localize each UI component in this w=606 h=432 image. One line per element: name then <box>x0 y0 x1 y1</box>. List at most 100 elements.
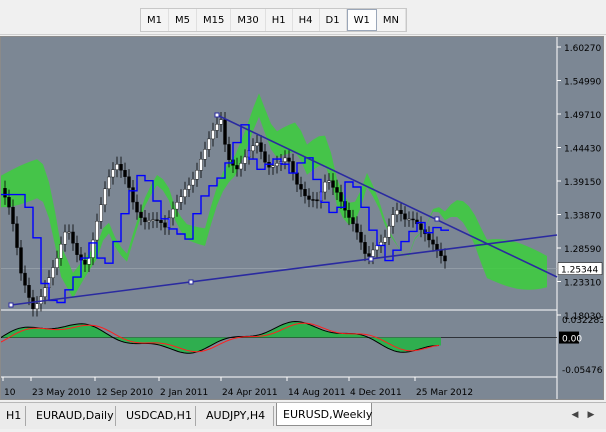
candle <box>175 202 179 210</box>
timeframe-button-group: M1 M5 M15 M30 H1 H4 D1 W1 MN <box>140 8 407 32</box>
ichimoku-cloud <box>1 93 547 299</box>
tab-audjpy-h4[interactable]: AUDJPY,H4 <box>200 406 274 426</box>
candle <box>395 210 399 215</box>
candle <box>35 303 39 310</box>
trendline-handle[interactable] <box>8 302 14 308</box>
oscillator-axis-label: -0.05476 <box>562 366 603 376</box>
tf-button-h4[interactable]: H4 <box>293 9 320 31</box>
candle <box>207 138 211 150</box>
candle <box>383 237 387 243</box>
candle <box>431 239 435 245</box>
candle <box>335 187 339 193</box>
price-chart[interactable]: 1.60270 1.54990 1.49710 1.44430 1.39150 1.338… <box>1 37 603 399</box>
candle <box>23 272 27 286</box>
candle <box>259 142 263 152</box>
candle <box>411 218 415 221</box>
tf-button-mn[interactable]: MN <box>377 9 406 31</box>
tf-button-m5[interactable]: M5 <box>169 9 197 31</box>
tab-scroll-left-icon[interactable]: ◀ <box>570 409 580 421</box>
candle <box>123 170 127 177</box>
price-axis-label: 1.49710 <box>564 111 601 121</box>
candle <box>119 164 123 171</box>
resistance-trendline[interactable] <box>216 114 558 278</box>
tf-button-d1[interactable]: D1 <box>320 9 347 31</box>
candle <box>31 297 35 310</box>
tab-eurusd-weekly[interactable]: EURUSD,Weekly <box>276 403 372 426</box>
candle <box>339 192 343 202</box>
candle <box>147 220 151 223</box>
price-axis-label: 1.54990 <box>564 78 601 88</box>
candle <box>99 204 103 222</box>
candle <box>43 287 47 297</box>
chart-window[interactable]: 1.60270 1.54990 1.49710 1.44430 1.39150 1.338… <box>0 36 604 400</box>
time-axis-label: 24 Apr 2011 <box>222 388 278 398</box>
candle <box>227 144 231 161</box>
candle <box>215 124 219 131</box>
candle <box>131 187 135 203</box>
tf-button-h1[interactable]: H1 <box>266 9 293 31</box>
trendline-handle[interactable] <box>214 112 220 118</box>
candle <box>15 223 19 248</box>
tf-button-w1[interactable]: W1 <box>346 9 377 31</box>
candle <box>159 220 163 223</box>
candle <box>135 201 139 213</box>
time-axis-label: 10 <box>4 388 16 398</box>
tf-button-m1[interactable]: M1 <box>141 9 169 31</box>
candle <box>103 188 107 205</box>
candle <box>239 163 243 170</box>
candle <box>211 130 215 140</box>
candle <box>11 206 15 225</box>
time-axis-label: 14 Aug 2011 <box>288 388 346 398</box>
trendline-handle[interactable] <box>434 216 440 222</box>
candle <box>179 196 183 203</box>
price-axis-label: 1.23310 <box>564 279 601 289</box>
candle <box>151 219 155 221</box>
trendline-handle[interactable] <box>368 256 374 262</box>
candle <box>139 211 143 218</box>
time-axis-label: 4 Dec 2011 <box>350 388 402 398</box>
candle <box>303 189 307 197</box>
candle <box>71 231 75 244</box>
candle <box>371 249 375 257</box>
candle <box>223 119 227 145</box>
candle <box>195 170 199 180</box>
tab-usdcad-h1[interactable]: USDCAD,H1 <box>120 406 196 426</box>
candle <box>27 285 31 298</box>
trendline-handle[interactable] <box>188 279 194 285</box>
candle <box>275 163 279 167</box>
candle <box>3 188 7 198</box>
tab-h1[interactable]: H1 <box>0 406 26 426</box>
candle <box>111 169 115 178</box>
candle <box>367 253 371 257</box>
candle <box>271 165 275 168</box>
candle <box>299 184 303 190</box>
candle <box>443 255 447 262</box>
candle <box>55 258 59 268</box>
candle <box>287 157 291 162</box>
oscillator-axis-label: 0.032283 <box>562 316 603 326</box>
candle <box>127 176 131 188</box>
candle <box>283 157 287 162</box>
price-axis-label: 1.28590 <box>564 245 601 255</box>
candle <box>407 218 411 221</box>
price-axis-label: 1.60270 <box>564 44 601 54</box>
candle <box>95 221 99 241</box>
time-axis-label: 25 Mar 2012 <box>416 388 473 398</box>
candle <box>155 219 159 221</box>
price-axis-label: 1.33870 <box>564 212 601 222</box>
candle <box>75 243 79 255</box>
tab-scroll-right-icon[interactable]: ▶ <box>586 409 596 421</box>
tab-euraud-daily[interactable]: EURAUD,Daily <box>30 406 116 426</box>
candle <box>39 296 43 304</box>
candle <box>347 210 351 218</box>
timeframe-toolbar: M1 M5 M15 M30 H1 H4 D1 W1 MN <box>0 0 606 35</box>
candle <box>143 217 147 223</box>
candle <box>83 260 87 265</box>
tf-button-m15[interactable]: M15 <box>197 9 232 31</box>
candle <box>243 156 247 164</box>
candle <box>291 161 295 174</box>
candle <box>59 243 63 259</box>
candle <box>183 189 187 198</box>
candle <box>67 231 71 234</box>
tf-button-m30[interactable]: M30 <box>231 9 266 31</box>
